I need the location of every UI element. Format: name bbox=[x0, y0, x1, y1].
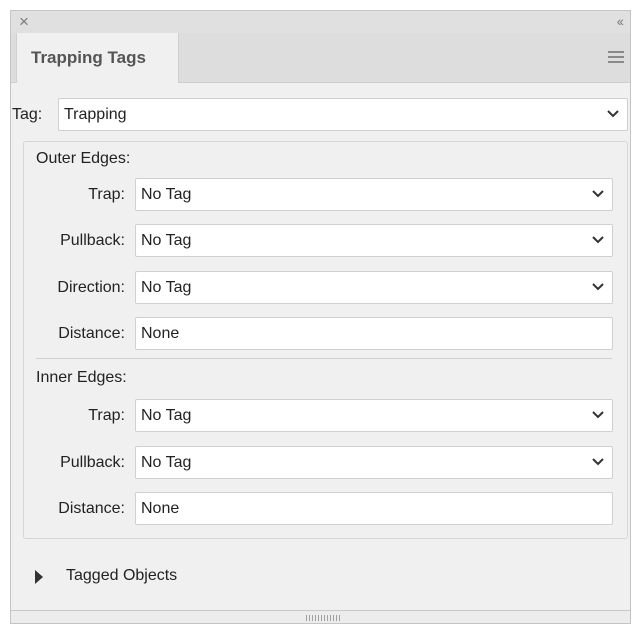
outer-direction-label: Direction: bbox=[57, 279, 125, 296]
panel-titlebar: × ‹‹ bbox=[11, 11, 630, 34]
disclosure-triangle-icon bbox=[35, 570, 43, 584]
outer-pullback-value: No Tag bbox=[141, 232, 192, 249]
tab-trapping-tags[interactable]: Trapping Tags bbox=[16, 33, 179, 83]
outer-trap-label: Trap: bbox=[88, 186, 125, 203]
outer-trap-value: No Tag bbox=[141, 186, 192, 203]
inner-distance-value: None bbox=[141, 500, 180, 517]
inner-edges-heading: Inner Edges: bbox=[36, 369, 127, 386]
outer-pullback-label: Pullback: bbox=[60, 232, 125, 249]
section-divider bbox=[36, 358, 612, 359]
tag-select-value: Trapping bbox=[64, 106, 127, 123]
inner-pullback-select[interactable]: No Tag bbox=[135, 446, 613, 479]
tag-label: Tag: bbox=[12, 106, 43, 123]
inner-trap-value: No Tag bbox=[141, 407, 192, 424]
inner-pullback-label: Pullback: bbox=[60, 454, 125, 471]
inner-distance-label: Distance: bbox=[58, 500, 125, 517]
outer-distance-field[interactable]: None bbox=[135, 317, 613, 350]
outer-edges-heading: Outer Edges: bbox=[36, 150, 131, 167]
outer-direction-value: No Tag bbox=[141, 279, 192, 296]
inner-pullback-value: No Tag bbox=[141, 454, 192, 471]
outer-distance-value: None bbox=[141, 325, 180, 342]
collapse-panel-icon[interactable]: ‹‹ bbox=[617, 11, 624, 31]
outer-trap-select[interactable]: No Tag bbox=[135, 178, 613, 211]
chevron-down-icon bbox=[592, 236, 604, 244]
outer-pullback-select[interactable]: No Tag bbox=[135, 224, 613, 257]
chevron-down-icon bbox=[592, 458, 604, 466]
hamburger-menu-icon[interactable] bbox=[608, 50, 624, 64]
chevron-down-icon bbox=[592, 190, 604, 198]
inner-trap-label: Trap: bbox=[88, 407, 125, 424]
outer-direction-select[interactable]: No Tag bbox=[135, 271, 613, 304]
chevron-down-icon bbox=[592, 411, 604, 419]
outer-distance-label: Distance: bbox=[58, 325, 125, 342]
panel-tab-bar: Trapping Tags bbox=[11, 33, 630, 83]
close-icon[interactable]: × bbox=[19, 12, 29, 32]
inner-distance-field[interactable]: None bbox=[135, 492, 613, 525]
chevron-down-icon bbox=[607, 110, 619, 118]
inner-trap-select[interactable]: No Tag bbox=[135, 399, 613, 432]
chevron-down-icon bbox=[592, 283, 604, 291]
trapping-tags-panel: × ‹‹ Trapping Tags Tag: Trapping Outer E… bbox=[10, 10, 631, 624]
tagged-objects-label: Tagged Objects bbox=[66, 567, 178, 584]
panel-bottom-bar bbox=[11, 610, 630, 623]
tag-select[interactable]: Trapping bbox=[58, 98, 628, 131]
resize-grip-icon[interactable] bbox=[306, 615, 340, 621]
